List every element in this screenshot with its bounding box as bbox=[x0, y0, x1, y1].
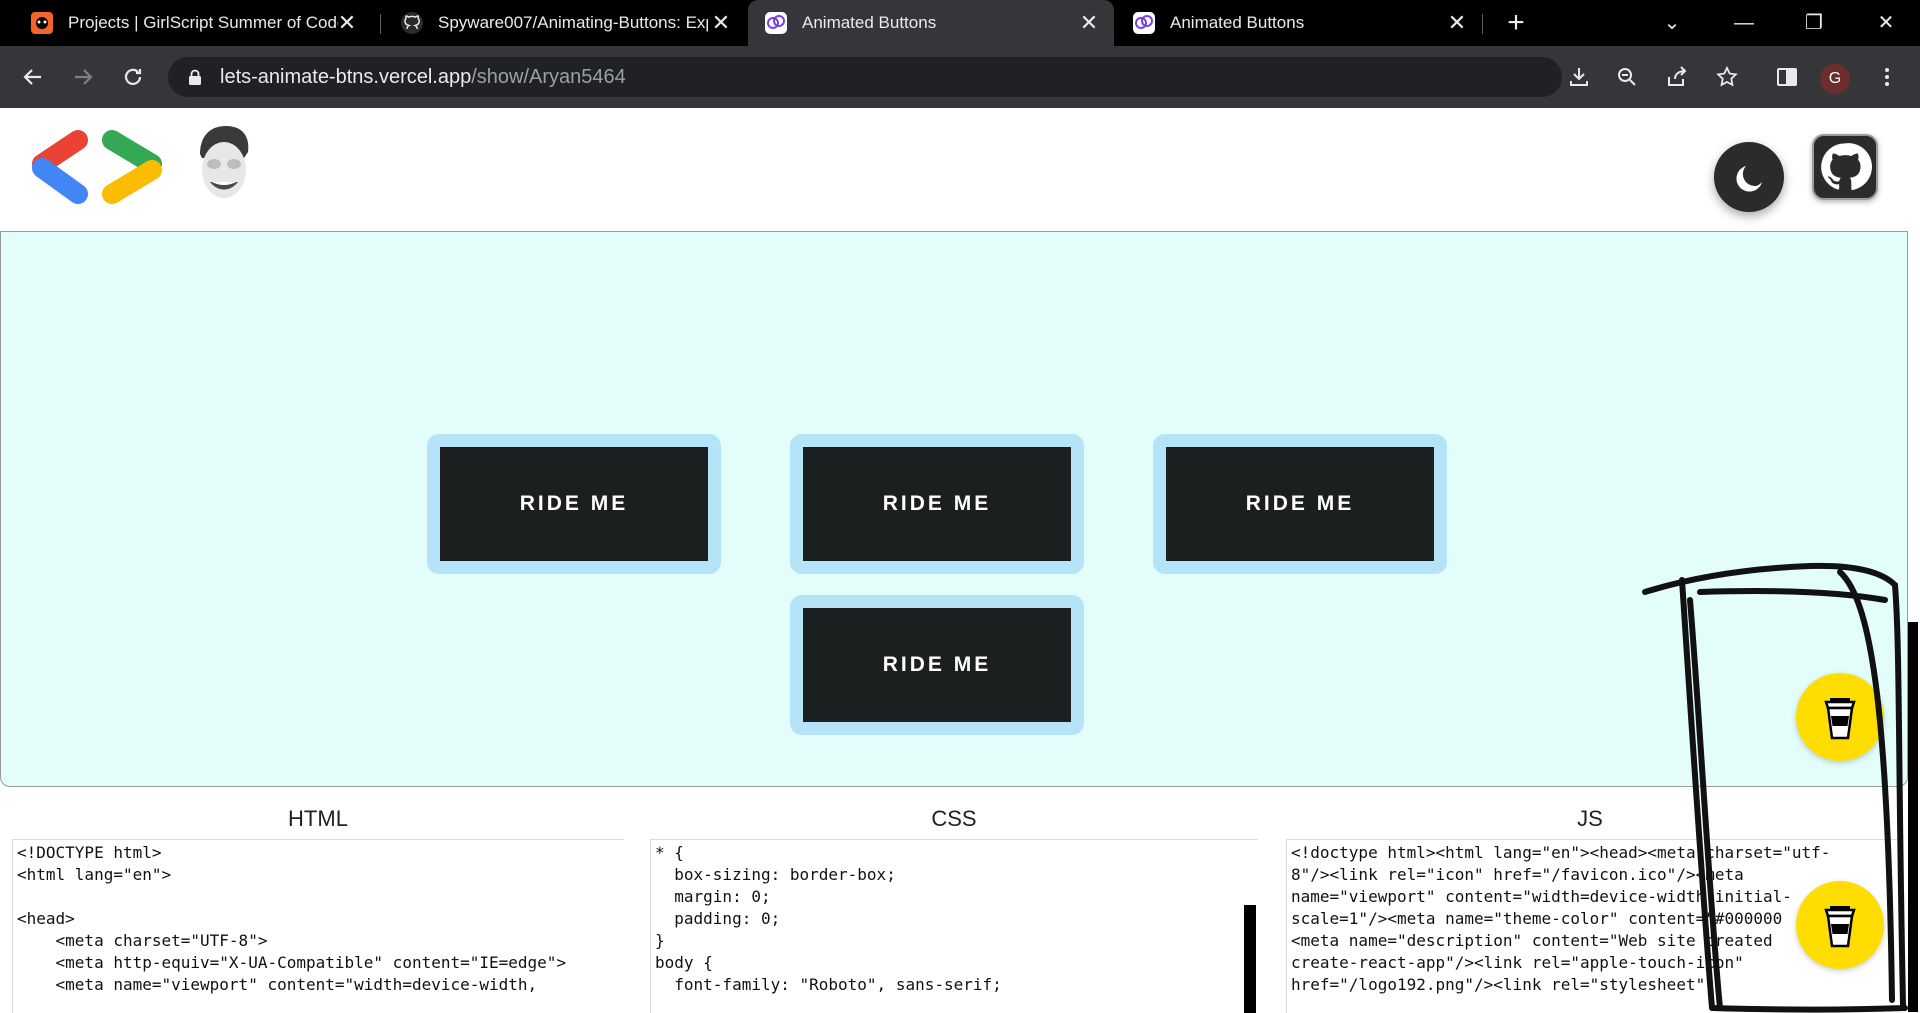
window-close-icon[interactable]: ✕ bbox=[1866, 8, 1906, 38]
browser-tab-bar: Projects | GirlScript Summer of Code ✕ S… bbox=[0, 0, 1920, 46]
menu-icon[interactable] bbox=[1870, 60, 1904, 94]
tab-separator bbox=[1482, 14, 1483, 34]
tab-title: Animated Buttons bbox=[1170, 13, 1305, 32]
github-icon bbox=[1821, 143, 1872, 190]
close-tab-icon[interactable]: ✕ bbox=[1446, 12, 1468, 34]
url-path: /show/Aryan5464 bbox=[471, 65, 626, 88]
address-bar[interactable]: lets-animate-btns.vercel.app/show/Aryan5… bbox=[168, 57, 1562, 97]
url-text: lets-animate-btns.vercel.app/show/Aryan5… bbox=[220, 66, 626, 89]
animated-buttons-icon bbox=[765, 12, 787, 34]
ride-me-button-wrapper: RIDE ME bbox=[1153, 434, 1447, 574]
tab-search-icon[interactable]: ⌄ bbox=[1652, 8, 1692, 38]
js-panel-title: JS bbox=[1577, 806, 1603, 831]
browser-tab-active[interactable]: Animated Buttons ✕ bbox=[748, 0, 1114, 46]
reload-icon[interactable] bbox=[116, 60, 150, 94]
forward-icon[interactable] bbox=[66, 60, 100, 94]
restore-icon[interactable]: ❐ bbox=[1794, 8, 1834, 38]
gssoc-icon bbox=[31, 12, 53, 34]
ride-me-button[interactable]: RIDE ME bbox=[440, 447, 708, 561]
ride-me-button[interactable]: RIDE ME bbox=[1166, 447, 1434, 561]
browser-tab[interactable]: Spyware007/Animating-Buttons: Exp ✕ bbox=[380, 0, 746, 46]
buy-me-a-coffee-button[interactable] bbox=[1796, 673, 1884, 761]
close-tab-icon[interactable]: ✕ bbox=[336, 12, 358, 34]
minimize-icon[interactable]: — bbox=[1724, 8, 1764, 38]
css-panel-title: CSS bbox=[931, 806, 977, 831]
new-tab-button[interactable]: + bbox=[1500, 8, 1532, 40]
coffee-cup-icon bbox=[1824, 698, 1856, 740]
share-icon[interactable] bbox=[1660, 60, 1694, 94]
code-brackets-logo-icon[interactable] bbox=[30, 130, 165, 206]
html-code-editor[interactable]: <!DOCTYPE html> <html lang="en"> <head> … bbox=[12, 839, 624, 1013]
css-code-editor[interactable]: * { box-sizing: border-box; margin: 0; p… bbox=[650, 839, 1258, 1013]
side-panel-icon[interactable] bbox=[1770, 60, 1804, 94]
profile-avatar[interactable]: G bbox=[1820, 64, 1850, 94]
url-domain: lets-animate-btns.vercel.app bbox=[220, 65, 472, 88]
js-code-editor[interactable]: <!doctype html><html lang="en"><head><me… bbox=[1286, 839, 1902, 1013]
github-link-button[interactable] bbox=[1812, 134, 1878, 200]
js-editor-scrollbar[interactable] bbox=[1908, 622, 1918, 1012]
web-page: RIDE ME RIDE ME RIDE ME RIDE ME HTML CSS… bbox=[0, 108, 1920, 1013]
ride-me-button-wrapper: RIDE ME bbox=[427, 434, 721, 574]
html-panel-title: HTML bbox=[288, 806, 348, 831]
ride-me-button[interactable]: RIDE ME bbox=[803, 608, 1071, 722]
tab-title: Animated Buttons bbox=[802, 13, 937, 32]
lock-icon bbox=[189, 69, 201, 85]
browser-tab[interactable]: Projects | GirlScript Summer of Code ✕ bbox=[0, 0, 372, 46]
browser-toolbar: lets-animate-btns.vercel.app/show/Aryan5… bbox=[0, 46, 1920, 108]
tab-title: Spyware007/Animating-Buttons: Exp bbox=[438, 13, 708, 32]
animated-buttons-icon bbox=[1133, 12, 1155, 34]
ride-me-button[interactable]: RIDE ME bbox=[803, 447, 1071, 561]
install-app-icon[interactable] bbox=[1562, 60, 1596, 94]
zoom-icon[interactable] bbox=[1610, 60, 1644, 94]
dark-mode-toggle[interactable] bbox=[1714, 142, 1784, 212]
button-preview-area: RIDE ME RIDE ME RIDE ME RIDE ME bbox=[0, 231, 1908, 787]
bookmark-star-icon[interactable] bbox=[1710, 60, 1744, 94]
ride-me-button-wrapper: RIDE ME bbox=[790, 434, 1084, 574]
close-tab-icon[interactable]: ✕ bbox=[1078, 12, 1100, 34]
tab-title: Projects | GirlScript Summer of Code bbox=[68, 13, 338, 32]
memoji-avatar-icon bbox=[200, 126, 249, 198]
browser-tab[interactable]: Animated Buttons ✕ bbox=[1116, 0, 1482, 46]
ride-me-button-wrapper: RIDE ME bbox=[790, 595, 1084, 735]
css-editor-scrollbar[interactable] bbox=[1244, 905, 1256, 1013]
close-tab-icon[interactable]: ✕ bbox=[710, 12, 732, 34]
moon-icon bbox=[1736, 166, 1762, 192]
back-icon[interactable] bbox=[16, 60, 50, 94]
github-icon bbox=[401, 12, 423, 34]
